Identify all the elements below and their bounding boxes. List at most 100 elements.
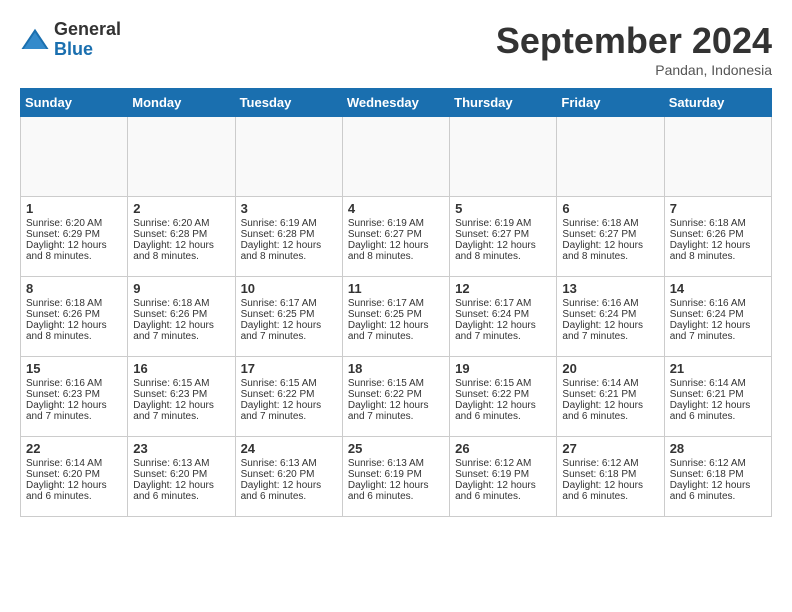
calendar-cell: 13 Sunrise: 6:16 AM Sunset: 6:24 PM Dayl…	[557, 277, 664, 357]
sunset-label: Sunset: 6:19 PM	[455, 469, 529, 480]
day-number: 22	[26, 441, 122, 456]
day-number: 20	[562, 361, 658, 376]
sunrise-label: Sunrise: 6:17 AM	[348, 298, 424, 309]
sunrise-label: Sunrise: 6:12 AM	[670, 458, 746, 469]
month-title: September 2024	[496, 20, 772, 62]
col-header-wednesday: Wednesday	[342, 89, 449, 117]
sunset-label: Sunset: 6:27 PM	[348, 229, 422, 240]
sunset-label: Sunset: 6:20 PM	[26, 469, 100, 480]
calendar-cell	[235, 117, 342, 197]
sunset-label: Sunset: 6:26 PM	[26, 309, 100, 320]
calendar-cell: 20 Sunrise: 6:14 AM Sunset: 6:21 PM Dayl…	[557, 357, 664, 437]
sunset-label: Sunset: 6:18 PM	[562, 469, 636, 480]
calendar-cell: 16 Sunrise: 6:15 AM Sunset: 6:23 PM Dayl…	[128, 357, 235, 437]
sunset-label: Sunset: 6:24 PM	[670, 309, 744, 320]
calendar-row-1: 1 Sunrise: 6:20 AM Sunset: 6:29 PM Dayli…	[21, 197, 772, 277]
day-number: 9	[133, 281, 229, 296]
sunrise-label: Sunrise: 6:12 AM	[455, 458, 531, 469]
calendar-cell: 24 Sunrise: 6:13 AM Sunset: 6:20 PM Dayl…	[235, 437, 342, 517]
sunset-label: Sunset: 6:27 PM	[562, 229, 636, 240]
sunset-label: Sunset: 6:28 PM	[241, 229, 315, 240]
sunset-label: Sunset: 6:23 PM	[26, 389, 100, 400]
day-number: 6	[562, 201, 658, 216]
sunrise-label: Sunrise: 6:14 AM	[562, 378, 638, 389]
daylight-label: Daylight: 12 hours and 6 minutes.	[241, 480, 322, 502]
day-number: 2	[133, 201, 229, 216]
col-header-monday: Monday	[128, 89, 235, 117]
calendar-cell: 6 Sunrise: 6:18 AM Sunset: 6:27 PM Dayli…	[557, 197, 664, 277]
day-number: 21	[670, 361, 766, 376]
sunrise-label: Sunrise: 6:13 AM	[241, 458, 317, 469]
sunset-label: Sunset: 6:29 PM	[26, 229, 100, 240]
sunrise-label: Sunrise: 6:14 AM	[26, 458, 102, 469]
daylight-label: Daylight: 12 hours and 6 minutes.	[455, 400, 536, 422]
calendar-cell: 5 Sunrise: 6:19 AM Sunset: 6:27 PM Dayli…	[450, 197, 557, 277]
sunset-label: Sunset: 6:25 PM	[241, 309, 315, 320]
calendar-cell: 14 Sunrise: 6:16 AM Sunset: 6:24 PM Dayl…	[664, 277, 771, 357]
calendar-cell: 17 Sunrise: 6:15 AM Sunset: 6:22 PM Dayl…	[235, 357, 342, 437]
daylight-label: Daylight: 12 hours and 7 minutes.	[670, 320, 751, 342]
sunset-label: Sunset: 6:22 PM	[455, 389, 529, 400]
day-number: 4	[348, 201, 444, 216]
sunset-label: Sunset: 6:26 PM	[670, 229, 744, 240]
logo-icon	[20, 25, 50, 55]
calendar-cell: 3 Sunrise: 6:19 AM Sunset: 6:28 PM Dayli…	[235, 197, 342, 277]
logo: General Blue	[20, 20, 121, 60]
day-number: 13	[562, 281, 658, 296]
calendar-cell: 22 Sunrise: 6:14 AM Sunset: 6:20 PM Dayl…	[21, 437, 128, 517]
sunrise-label: Sunrise: 6:18 AM	[562, 218, 638, 229]
calendar-cell: 27 Sunrise: 6:12 AM Sunset: 6:18 PM Dayl…	[557, 437, 664, 517]
sunrise-label: Sunrise: 6:18 AM	[26, 298, 102, 309]
day-number: 16	[133, 361, 229, 376]
sunrise-label: Sunrise: 6:18 AM	[670, 218, 746, 229]
calendar-cell	[664, 117, 771, 197]
calendar-cell: 23 Sunrise: 6:13 AM Sunset: 6:20 PM Dayl…	[128, 437, 235, 517]
sunrise-label: Sunrise: 6:15 AM	[348, 378, 424, 389]
calendar-cell: 9 Sunrise: 6:18 AM Sunset: 6:26 PM Dayli…	[128, 277, 235, 357]
day-number: 23	[133, 441, 229, 456]
sunset-label: Sunset: 6:22 PM	[348, 389, 422, 400]
daylight-label: Daylight: 12 hours and 7 minutes.	[348, 320, 429, 342]
day-number: 5	[455, 201, 551, 216]
calendar-cell: 7 Sunrise: 6:18 AM Sunset: 6:26 PM Dayli…	[664, 197, 771, 277]
calendar-cell: 15 Sunrise: 6:16 AM Sunset: 6:23 PM Dayl…	[21, 357, 128, 437]
day-number: 27	[562, 441, 658, 456]
sunset-label: Sunset: 6:24 PM	[455, 309, 529, 320]
day-number: 8	[26, 281, 122, 296]
daylight-label: Daylight: 12 hours and 6 minutes.	[562, 480, 643, 502]
calendar-cell: 18 Sunrise: 6:15 AM Sunset: 6:22 PM Dayl…	[342, 357, 449, 437]
day-number: 12	[455, 281, 551, 296]
day-number: 10	[241, 281, 337, 296]
day-number: 26	[455, 441, 551, 456]
daylight-label: Daylight: 12 hours and 8 minutes.	[133, 240, 214, 262]
sunrise-label: Sunrise: 6:14 AM	[670, 378, 746, 389]
daylight-label: Daylight: 12 hours and 7 minutes.	[241, 320, 322, 342]
day-number: 17	[241, 361, 337, 376]
calendar-cell: 11 Sunrise: 6:17 AM Sunset: 6:25 PM Dayl…	[342, 277, 449, 357]
daylight-label: Daylight: 12 hours and 6 minutes.	[133, 480, 214, 502]
sunrise-label: Sunrise: 6:16 AM	[562, 298, 638, 309]
page-header: General Blue September 2024 Pandan, Indo…	[20, 20, 772, 78]
calendar-row-2: 8 Sunrise: 6:18 AM Sunset: 6:26 PM Dayli…	[21, 277, 772, 357]
daylight-label: Daylight: 12 hours and 7 minutes.	[562, 320, 643, 342]
sunrise-label: Sunrise: 6:16 AM	[26, 378, 102, 389]
calendar-cell: 10 Sunrise: 6:17 AM Sunset: 6:25 PM Dayl…	[235, 277, 342, 357]
day-number: 14	[670, 281, 766, 296]
daylight-label: Daylight: 12 hours and 8 minutes.	[455, 240, 536, 262]
calendar-row-0	[21, 117, 772, 197]
day-number: 1	[26, 201, 122, 216]
sunrise-label: Sunrise: 6:12 AM	[562, 458, 638, 469]
calendar-row-3: 15 Sunrise: 6:16 AM Sunset: 6:23 PM Dayl…	[21, 357, 772, 437]
calendar-cell: 26 Sunrise: 6:12 AM Sunset: 6:19 PM Dayl…	[450, 437, 557, 517]
daylight-label: Daylight: 12 hours and 6 minutes.	[348, 480, 429, 502]
day-number: 11	[348, 281, 444, 296]
day-number: 28	[670, 441, 766, 456]
sunrise-label: Sunrise: 6:19 AM	[348, 218, 424, 229]
daylight-label: Daylight: 12 hours and 7 minutes.	[133, 400, 214, 422]
sunrise-label: Sunrise: 6:17 AM	[455, 298, 531, 309]
day-number: 24	[241, 441, 337, 456]
calendar-cell: 28 Sunrise: 6:12 AM Sunset: 6:18 PM Dayl…	[664, 437, 771, 517]
calendar-table: SundayMondayTuesdayWednesdayThursdayFrid…	[20, 88, 772, 517]
daylight-label: Daylight: 12 hours and 8 minutes.	[26, 320, 107, 342]
calendar-cell: 19 Sunrise: 6:15 AM Sunset: 6:22 PM Dayl…	[450, 357, 557, 437]
